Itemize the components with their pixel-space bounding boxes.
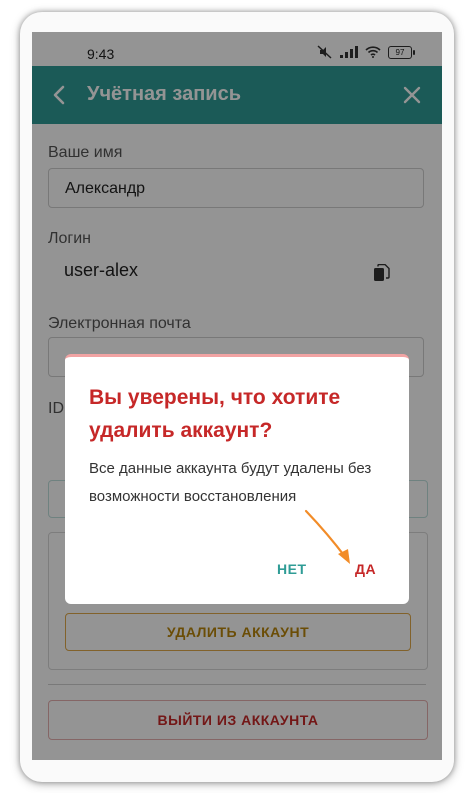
cancel-button[interactable]: НЕТ [277, 561, 307, 577]
confirm-delete-dialog: Вы уверены, что хотите удалить аккаунт? … [65, 354, 409, 604]
dialog-title: Вы уверены, что хотите удалить аккаунт? [89, 386, 341, 442]
confirm-button[interactable]: ДА [355, 561, 376, 577]
screen: 9:43 97 Учётная запись Ваше имя Александ… [32, 32, 442, 760]
dialog-message: Все данные аккаунта будут удалены без во… [89, 460, 372, 505]
